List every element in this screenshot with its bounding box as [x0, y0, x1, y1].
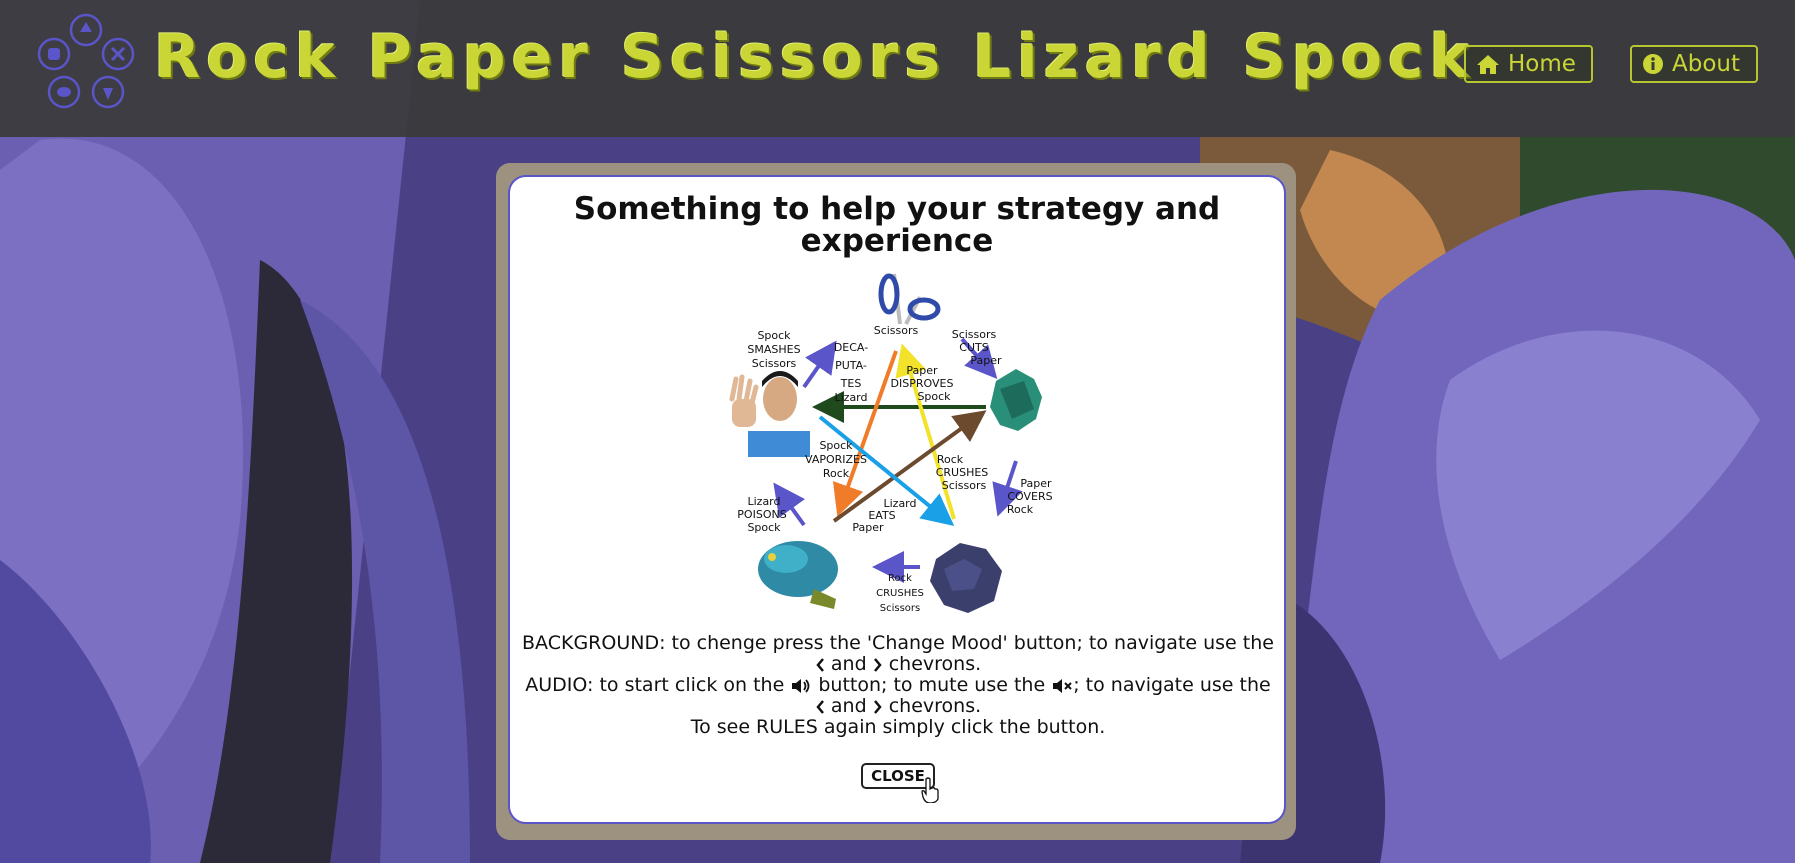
label-lizard-poisons-3: Spock: [747, 521, 781, 534]
audio-instructions: AUDIO: to start click on the button; to …: [520, 675, 1276, 717]
chevrons-text: chevrons.: [888, 695, 982, 717]
label-paper-covers-1: Paper: [1020, 477, 1052, 490]
info-icon: [1643, 54, 1663, 74]
chevron-left-icon: [816, 657, 824, 672]
label-spock-smashes-2: SMASHES: [747, 343, 800, 356]
label-paper-disproves-1: Paper: [906, 364, 938, 377]
label-scissors-cuts-3: Paper: [970, 354, 1002, 367]
label-scissors-cuts-2: CUTS: [959, 341, 988, 354]
label-decapitates-3: TES: [840, 377, 862, 390]
instructions-text: BACKGROUND: to chenge press the 'Change …: [520, 633, 1276, 738]
label-spock-vaporizes-3: Rock: [823, 467, 850, 480]
audio-instructions-text-2: button; to mute use the: [818, 674, 1046, 696]
chevron-right-icon: [873, 657, 882, 672]
label-rock-crushes-center-1: Rock: [937, 453, 964, 466]
chevrons-text: chevrons.: [888, 653, 982, 675]
and-text: and: [830, 653, 867, 675]
audio-instructions-text-3: ; to navigate use the: [1073, 674, 1271, 696]
spock-image: [729, 371, 810, 457]
home-button[interactable]: Home: [1464, 45, 1593, 83]
hand-cursor-icon: [921, 777, 939, 803]
label-rock-crushes-center-2: CRUSHES: [936, 466, 989, 479]
scissors-image: [878, 273, 941, 325]
about-button[interactable]: About: [1630, 45, 1758, 83]
label-spock-vaporizes-1: Spock: [819, 439, 853, 452]
label-paper-disproves-3: Spock: [917, 390, 951, 403]
label-rock-crushes-bottom-3: Scissors: [880, 603, 920, 614]
volume-up-icon: [792, 678, 810, 693]
label-decapitates-2: PUTA-: [835, 359, 867, 372]
label-lizard-eats-3: Paper: [852, 521, 884, 534]
site-header: Rock Paper Scissors Lizard Spock Home Ab…: [0, 0, 1795, 137]
chevron-right-icon: [873, 699, 882, 714]
label-decapitates-1: DECA-: [834, 341, 868, 354]
label-rock-crushes-center-3: Scissors: [942, 479, 987, 492]
volume-mute-icon: [1053, 678, 1072, 693]
label-paper-covers-2: COVERS: [1007, 490, 1052, 503]
home-button-label: Home: [1508, 51, 1576, 77]
about-button-label: About: [1672, 51, 1741, 77]
rpsls-rules-diagram: Scissors Spock SMASHES Scissors Scissors…: [729, 273, 1053, 614]
diagram-label-scissors: Scissors: [874, 324, 919, 337]
label-rock-crushes-bottom-2: CRUSHES: [876, 588, 924, 599]
strategy-modal: Something to help your strategy and expe…: [508, 175, 1286, 824]
label-spock-smashes-3: Scissors: [752, 357, 797, 370]
label-spock-vaporizes-2: VAPORIZES: [805, 453, 867, 466]
label-lizard-poisons-2: POISONS: [737, 508, 786, 521]
bg-instructions-text: BACKGROUND: to chenge press the 'Change …: [522, 632, 1274, 654]
site-title: Rock Paper Scissors Lizard Spock: [154, 22, 1476, 92]
label-scissors-cuts-1: Scissors: [952, 328, 997, 341]
paper-image: [990, 369, 1042, 431]
home-icon: [1477, 55, 1499, 74]
label-paper-covers-3: Rock: [1007, 503, 1034, 516]
label-spock-smashes-1: Spock: [757, 329, 791, 342]
modal-title: Something to help your strategy and expe…: [573, 191, 1221, 259]
rules-instructions: To see RULES again simply click the butt…: [690, 716, 1106, 738]
label-lizard-poisons-1: Lizard: [747, 495, 780, 508]
lizard-image: [758, 541, 838, 609]
label-paper-disproves-2: DISPROVES: [891, 377, 954, 390]
audio-instructions-text-1: AUDIO: to start click on the: [525, 674, 785, 696]
rock-image: [930, 543, 1002, 613]
and-text: and: [830, 695, 867, 717]
label-decapitates-4: Lizard: [834, 391, 867, 404]
chevron-left-icon: [816, 699, 824, 714]
label-rock-crushes-bottom-1: Rock: [888, 573, 912, 584]
background-instructions: BACKGROUND: to chenge press the 'Change …: [520, 633, 1276, 675]
game-logo[interactable]: [34, 10, 138, 114]
